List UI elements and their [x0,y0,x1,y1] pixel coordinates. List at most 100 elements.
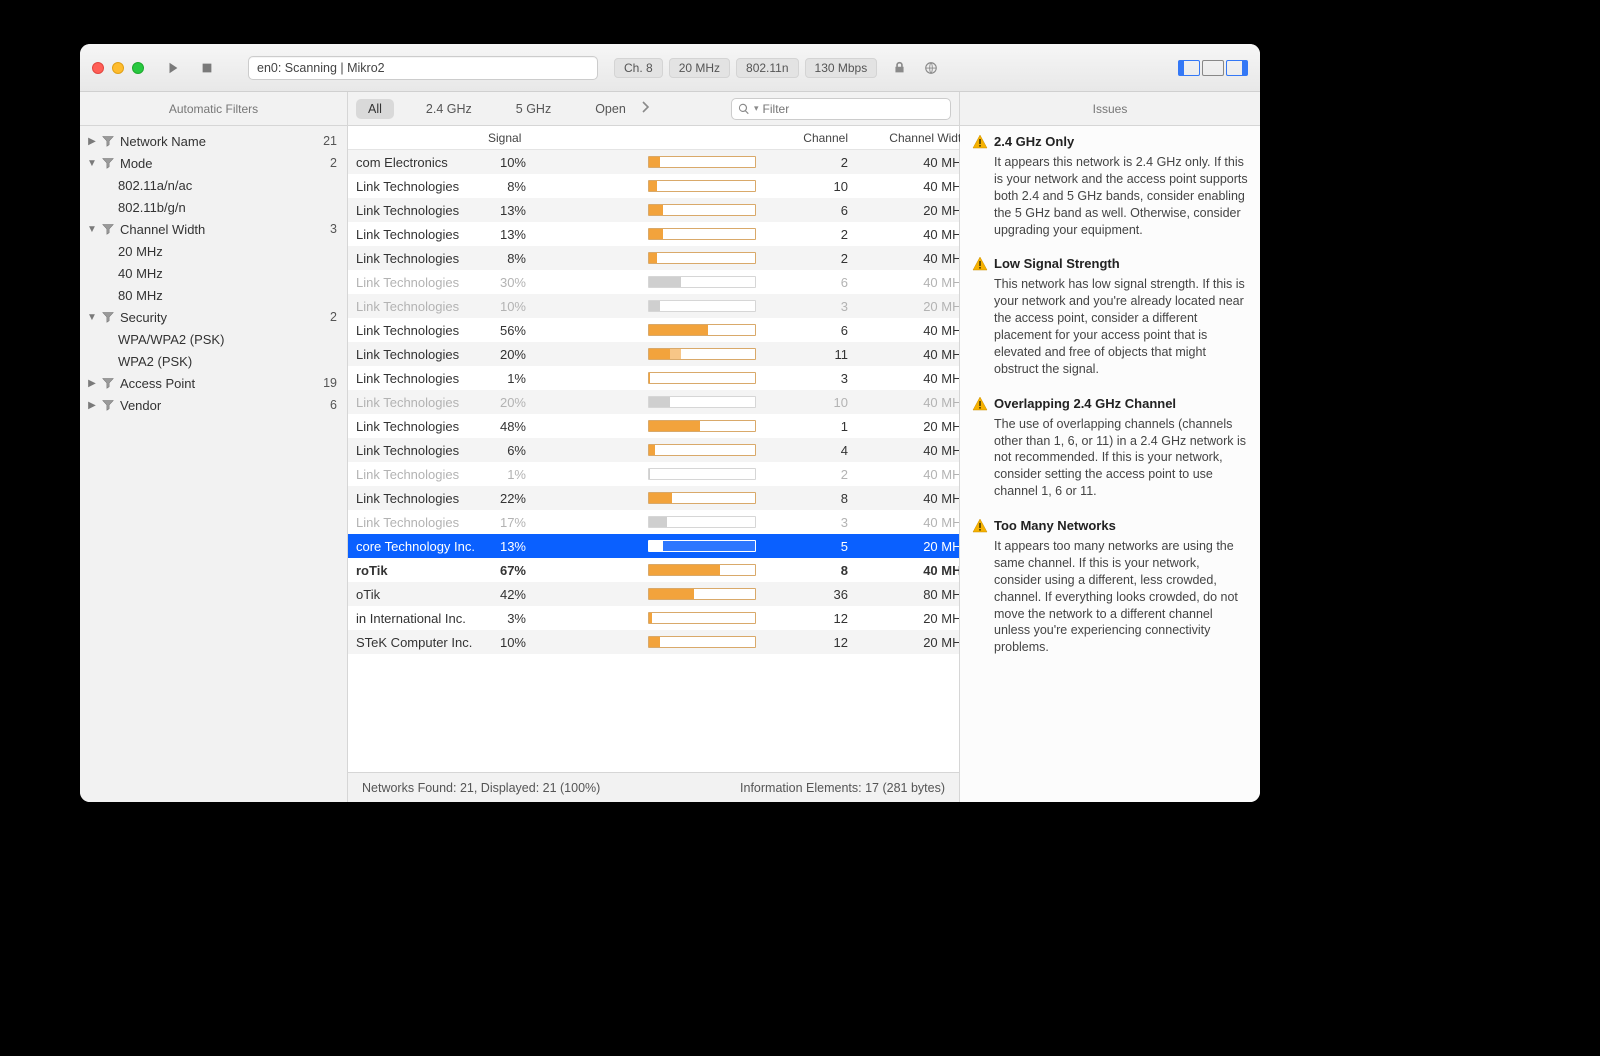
column-header-signal[interactable]: Signal [488,131,648,145]
lock-icon [889,58,909,78]
funnel-icon [100,155,116,171]
funnel-icon [100,397,116,413]
filter-group-access-point[interactable]: ▶Access Point19 [80,372,347,394]
scan-status-text: en0: Scanning | Mikro2 [257,61,385,75]
network-row[interactable]: Link Technologies6%440 MHz [348,438,959,462]
footer-info-elements: Information Elements: 17 (281 bytes) [740,781,945,795]
filter-group-count: 19 [323,376,337,390]
network-row[interactable]: STeK Computer Inc.10%1220 MHz [348,630,959,654]
network-row[interactable]: Link Technologies20%1040 MHz [348,390,959,414]
segment-all[interactable]: All [356,99,394,119]
cell-channel: 12 [768,611,878,626]
filter-group-network-name[interactable]: ▶ Network Name21 [80,130,347,152]
issue-title: Overlapping 2.4 GHz Channel [994,396,1176,411]
filter-group-label: Network Name [120,134,323,149]
status-footer: Networks Found: 21, Displayed: 21 (100%)… [348,772,959,802]
cell-channel: 11 [768,347,878,362]
networks-table-body: com Electronics10%240 MHzLink Technologi… [348,150,959,772]
filter-group-vendor[interactable]: ▶Vendor6 [80,394,347,416]
issue-item: Low Signal StrengthThis network has low … [972,256,1248,377]
layout-toggle-group [1178,60,1248,76]
network-row[interactable]: Link Technologies13%240 MHz [348,222,959,246]
network-row[interactable]: Link Technologies8%1040 MHz [348,174,959,198]
warning-icon [972,518,988,534]
cell-width: 40 MHz [878,323,959,338]
network-row[interactable]: core Technology Inc.13%520 MHz [348,534,959,558]
column-header-channel[interactable]: Channel [768,131,878,145]
network-row[interactable]: in International Inc.3%1220 MHz [348,606,959,630]
network-row[interactable]: Link Technologies48%120 MHz [348,414,959,438]
cell-width: 40 MHz [878,371,959,386]
issue-title: Too Many Networks [994,518,1116,533]
disclosure-triangle-icon[interactable]: ▼ [86,158,98,169]
stop-button[interactable] [194,57,220,79]
cell-channel: 36 [768,587,878,602]
chevron-right-icon[interactable] [640,101,650,116]
filter-group-mode[interactable]: ▼Mode2 [80,152,347,174]
cell-signal: 48% [488,419,648,434]
filter-value[interactable]: 802.11a/n/ac [80,174,347,196]
filter-value[interactable]: WPA/WPA2 (PSK) [80,328,347,350]
signal-bar [648,492,768,504]
filters-list: ▶ Network Name21 ▼Mode2802.11a/n/ac802.11b… [80,126,347,802]
filter-group-count: 6 [330,398,337,412]
filter-value[interactable]: WPA2 (PSK) [80,350,347,372]
disclosure-triangle-icon[interactable]: ▶ [86,400,98,411]
signal-bar [648,300,768,312]
network-row[interactable]: Link Technologies13%620 MHz [348,198,959,222]
close-window-button[interactable] [92,62,104,74]
show-left-sidebar-button[interactable] [1178,60,1200,76]
network-row[interactable]: Link Technologies8%240 MHz [348,246,959,270]
segment-open[interactable]: Open [583,99,638,119]
networks-table-header: Signal Channel Channel Width Band [348,126,959,150]
network-row[interactable]: Link Technologies22%840 MHz [348,486,959,510]
network-row[interactable]: Link Technologies20%1140 MHz [348,342,959,366]
cell-signal: 1% [488,371,648,386]
filter-group-count: 21 [323,134,337,148]
cell-signal: 20% [488,395,648,410]
issue-description: It appears this network is 2.4 GHz only.… [994,154,1248,238]
network-row[interactable]: oTik42%3680 MHz [348,582,959,606]
chevron-down-icon[interactable]: ▾ [754,103,759,114]
cell-width: 40 MHz [878,491,959,506]
network-row[interactable]: com Electronics10%240 MHz [348,150,959,174]
cell-channel: 10 [768,395,878,410]
network-row[interactable]: Link Technologies1%240 MHz [348,462,959,486]
network-row[interactable]: Link Technologies1%340 MHz [348,366,959,390]
search-icon [738,103,750,115]
filter-group-security[interactable]: ▼Security2 [80,306,347,328]
filter-value[interactable]: 80 MHz [80,284,347,306]
segment-5-ghz[interactable]: 5 GHz [504,99,563,119]
funnel-icon [100,221,116,237]
filter-input[interactable] [763,102,944,116]
minimize-window-button[interactable] [112,62,124,74]
funnel-icon [100,309,116,325]
play-button[interactable] [160,57,186,79]
network-row[interactable]: roTik67%840 MHz [348,558,959,582]
cell-width: 80 MHz [878,587,959,602]
filter-value[interactable]: 802.11b/g/n [80,196,347,218]
disclosure-triangle-icon[interactable]: ▼ [86,224,98,235]
network-row[interactable]: Link Technologies30%640 MHz [348,270,959,294]
network-row[interactable]: Link Technologies56%640 MHz [348,318,959,342]
show-bottom-panel-button[interactable] [1202,60,1224,76]
network-row[interactable]: Link Technologies17%340 MHz [348,510,959,534]
cell-channel: 3 [768,371,878,386]
disclosure-triangle-icon[interactable]: ▼ [86,312,98,323]
disclosure-triangle-icon[interactable]: ▶ [86,378,98,389]
filter-value[interactable]: 20 MHz [80,240,347,262]
cell-signal: 3% [488,611,648,626]
network-row[interactable]: Link Technologies10%320 MHz [348,294,959,318]
show-right-sidebar-button[interactable] [1226,60,1248,76]
segment-2-4-ghz[interactable]: 2.4 GHz [414,99,484,119]
cell-signal: 10% [488,299,648,314]
filter-value[interactable]: 40 MHz [80,262,347,284]
scan-status-field: en0: Scanning | Mikro2 [248,56,598,80]
signal-bar [648,636,768,648]
zoom-window-button[interactable] [132,62,144,74]
filter-group-channel-width[interactable]: ▼Channel Width3 [80,218,347,240]
connection-badges: Ch. 8 20 MHz 802.11n 130 Mbps [614,58,877,78]
filter-search-field[interactable]: ▾ [731,98,951,120]
cell-channel: 8 [768,491,878,506]
disclosure-triangle-icon[interactable]: ▶ [86,136,98,147]
